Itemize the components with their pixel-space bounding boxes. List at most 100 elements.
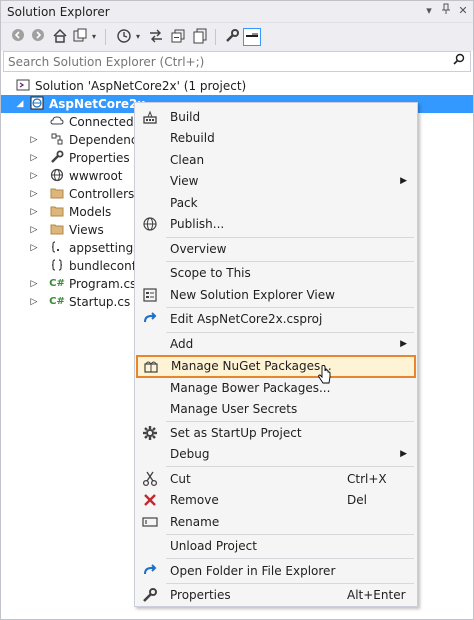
refresh-arrow-icon [141,563,159,580]
wrench-icon [141,587,159,604]
menu-item-label: Add [170,337,194,351]
menu-item-label: Clean [170,153,205,167]
menu-item-build[interactable]: Build [137,107,415,128]
menu-separator [166,583,414,584]
menu-item-set-as-startup[interactable]: Set as StartUp Project [137,423,415,444]
tree-item-label: Startup.cs [69,295,131,309]
menu-item-publish[interactable]: Publish... [137,214,415,235]
menu-item-label: Open Folder in File Explorer [170,564,336,578]
tree-item-label: Views [69,223,104,237]
menu-item-scope-to-this[interactable]: Scope to This [137,263,415,284]
menu-item-edit-csproj[interactable]: Edit AspNetCore2x.csproj [137,309,415,330]
scissors-icon [141,471,159,488]
menu-item-remove[interactable]: Remove Del [137,490,415,511]
search-input[interactable] [4,52,444,71]
menu-item-label: Publish... [170,217,225,231]
csharp-file-icon: C# [49,278,65,289]
window-position-dropdown-icon[interactable]: ▾ [421,3,437,19]
collapsed-arrow-icon[interactable]: ▷ [29,239,39,257]
auto-hide-pin-icon[interactable] [438,3,454,19]
menu-item-label: Debug [170,447,210,461]
menu-item-manage-nuget-packages[interactable]: Manage NuGet Packages... [136,355,416,378]
build-icon [141,109,159,126]
tree-item-label: Solution 'AspNetCore2x' (1 project) [35,79,247,93]
collapse-all-icon[interactable] [169,28,187,46]
history-dropdown-icon[interactable]: ▾ [133,28,143,46]
search-icon[interactable] [451,53,467,69]
back-icon[interactable] [9,28,27,46]
collapsed-arrow-icon[interactable]: ▷ [29,203,39,221]
collapsed-arrow-icon[interactable]: ▷ [29,185,39,203]
collapsed-arrow-icon[interactable]: ▷ [29,293,39,311]
title-bar: Solution Explorer ▾ ✕ [1,1,473,23]
dropdown-icon[interactable]: ▾ [89,28,99,46]
tree-item-label: AspNetCore2x [49,97,146,111]
menu-item-label: Pack [170,196,198,210]
tree-item-solution[interactable]: Solution 'AspNetCore2x' (1 project) [1,77,473,95]
menu-item-shortcut: Ctrl+X [347,472,387,486]
menu-item-add[interactable]: Add ▶ [137,334,415,355]
collapsed-arrow-icon[interactable]: ▷ [29,275,39,293]
solution-views-icon[interactable] [71,28,89,46]
menu-item-label: Manage NuGet Packages... [171,359,332,373]
menu-item-cut[interactable]: Cut Ctrl+X [137,469,415,490]
preview-icon[interactable] [243,28,261,46]
home-icon[interactable] [51,28,69,46]
tree-item-label: Program.cs [69,277,137,291]
tree-item-label: Models [69,205,112,219]
menu-item-label: Scope to This [170,266,251,280]
solution-icon [15,78,31,94]
tree-item-label: wwwroot [69,169,123,183]
menu-item-rename[interactable]: Rename [137,512,415,533]
folder-icon [49,186,65,202]
show-all-files-icon[interactable] [191,28,209,46]
submenu-arrow-icon: ▶ [400,339,407,349]
expanded-arrow-icon[interactable]: ◢ [15,95,25,113]
menu-item-manage-user-secrets[interactable]: Manage User Secrets [137,399,415,420]
menu-item-debug[interactable]: Debug ▶ [137,444,415,465]
forward-icon[interactable] [29,28,47,46]
collapsed-arrow-icon[interactable]: ▷ [29,221,39,239]
menu-item-label: Remove [170,493,219,507]
wrench-icon [49,150,65,166]
menu-item-overview[interactable]: Overview [137,239,415,260]
sync-icon[interactable] [147,28,165,46]
toolbar-separator [215,29,216,45]
menu-item-label: Unload Project [170,539,257,553]
gear-icon [141,425,159,442]
properties-icon[interactable] [223,28,241,46]
collapsed-arrow-icon[interactable]: ▷ [29,149,39,167]
menu-item-properties[interactable]: Properties Alt+Enter [137,585,415,606]
menu-separator [166,237,414,238]
menu-separator [166,261,414,262]
menu-item-label: Manage Bower Packages... [170,381,331,395]
history-icon[interactable] [115,28,133,46]
menu-item-new-solution-explorer-view[interactable]: New Solution Explorer View [137,285,415,306]
search-box[interactable] [3,51,471,72]
collapsed-arrow-icon[interactable]: ▷ [29,131,39,149]
json-file-icon [49,240,65,256]
menu-item-open-folder[interactable]: Open Folder in File Explorer [137,561,415,582]
nuget-icon [142,358,160,375]
web-project-icon [29,96,45,112]
menu-item-unload-project[interactable]: Unload Project [137,536,415,557]
menu-item-clean[interactable]: Clean [137,150,415,171]
close-icon[interactable]: ✕ [455,3,471,19]
menu-item-shortcut: Del [347,493,367,507]
dependencies-icon [49,132,65,148]
menu-item-label: Rename [170,515,220,529]
tree-item-label: Properties [69,151,130,165]
menu-item-manage-bower-packages[interactable]: Manage Bower Packages... [137,378,415,399]
new-explorer-view-icon [141,287,159,304]
menu-item-label: Cut [170,472,191,486]
menu-item-pack[interactable]: Pack [137,193,415,214]
menu-item-view[interactable]: View ▶ [137,171,415,192]
mouse-cursor-icon [318,365,332,385]
menu-item-label: View [170,174,199,188]
menu-item-label: Properties [170,588,231,602]
menu-separator [166,332,414,333]
menu-separator [166,421,414,422]
menu-item-rebuild[interactable]: Rebuild [137,128,415,149]
collapsed-arrow-icon[interactable]: ▷ [29,167,39,185]
toolbar: ▾ ▾ [1,23,473,51]
